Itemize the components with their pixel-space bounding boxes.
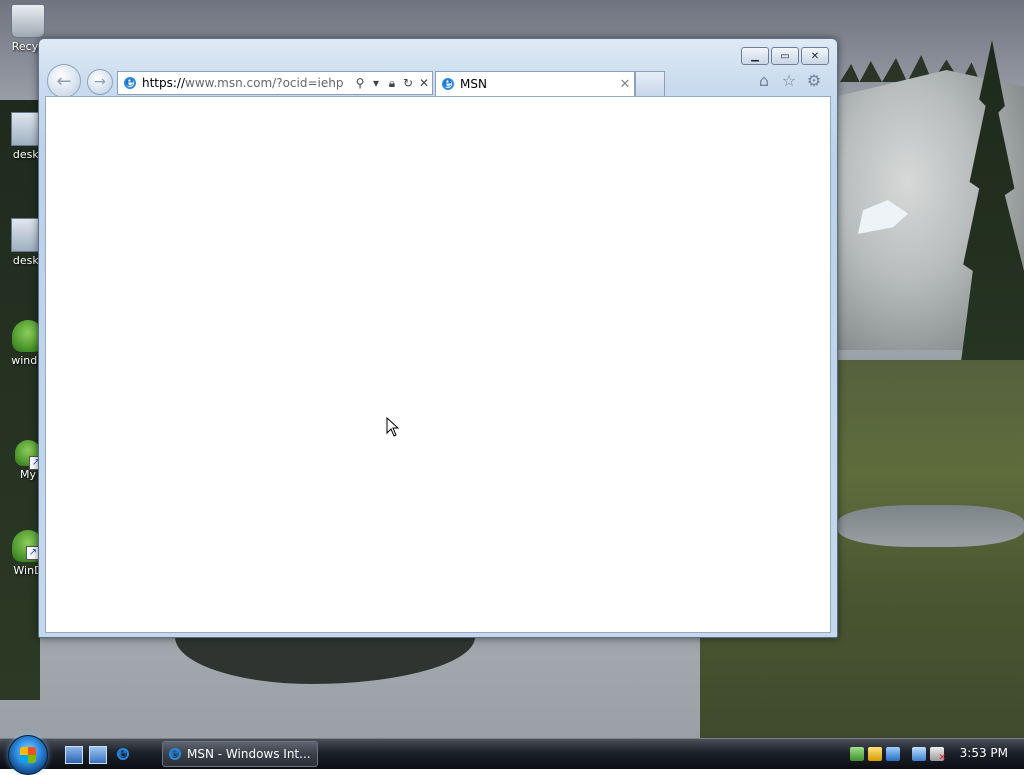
show-desktop-icon[interactable] — [65, 746, 83, 764]
start-button[interactable] — [8, 735, 48, 775]
tab-title: MSN — [460, 77, 487, 91]
home-icon[interactable]: ⌂ — [754, 71, 774, 91]
window-caption-buttons: ▁ ▭ ✕ — [741, 47, 829, 65]
windows-logo-icon — [20, 747, 36, 763]
ie-icon[interactable]: e — [115, 745, 131, 762]
ie-icon: e — [440, 75, 456, 92]
dropdown-arrow-icon[interactable]: ▾ — [368, 76, 384, 90]
switch-windows-icon[interactable] — [89, 746, 107, 764]
recycle-bin-icon — [11, 4, 45, 38]
close-button[interactable]: ✕ — [801, 47, 829, 65]
search-icon[interactable]: ⚲ — [352, 76, 368, 90]
address-input[interactable]: https://www.msn.com/?ocid=iehp — [142, 76, 352, 90]
taskbar-button-ie[interactable]: e MSN - Windows Int... — [162, 741, 318, 767]
page-content[interactable] — [45, 96, 831, 633]
wallpaper-pond — [838, 505, 1024, 547]
taskbar-clock[interactable]: 3:53 PM — [960, 746, 1008, 760]
new-tab-button[interactable] — [635, 71, 665, 96]
browser-window[interactable]: ▁ ▭ ✕ ← → e https://www.msn.com/?ocid=ie… — [38, 38, 838, 638]
address-bar[interactable]: e https://www.msn.com/?ocid=iehp ⚲ ▾ 🔒︎ … — [117, 71, 433, 95]
tab-close-button[interactable]: ✕ — [616, 77, 634, 92]
close-icon: ✕ — [810, 50, 820, 62]
taskbar-button-label: MSN - Windows Int... — [187, 747, 311, 761]
minimize-button[interactable]: ▁ — [741, 47, 769, 65]
stop-icon[interactable]: ✕ — [416, 76, 432, 90]
gear-icon[interactable]: ⚙ — [804, 71, 824, 91]
maximize-button[interactable]: ▭ — [771, 47, 799, 65]
ie-icon: e — [122, 74, 138, 91]
url-rest: www.msn.com/?ocid=iehp — [185, 76, 344, 90]
ie-icon: e — [167, 745, 183, 762]
wallpaper-left-trees — [0, 100, 40, 700]
network-status-icon[interactable] — [850, 747, 864, 761]
arrow-left-icon: ← — [56, 70, 72, 92]
star-icon[interactable]: ☆ — [779, 71, 799, 91]
url-scheme: https:// — [142, 76, 186, 90]
windows-update-icon[interactable] — [886, 747, 900, 761]
maximize-icon: ▭ — [780, 50, 790, 62]
mouse-cursor-icon — [386, 417, 400, 437]
back-button[interactable]: ← — [47, 64, 81, 98]
tab-msn[interactable]: e MSN ✕ — [435, 71, 635, 96]
volume-muted-icon[interactable]: ✕ — [930, 747, 946, 763]
taskbar: e e MSN - Windows Int... ✕ 3:53 PM — [0, 735, 1024, 775]
network-icon[interactable] — [912, 747, 926, 761]
refresh-icon[interactable]: ↻ — [400, 76, 416, 90]
forward-button[interactable]: → — [87, 69, 113, 95]
lock-icon[interactable]: 🔒︎ — [384, 76, 400, 91]
minimize-icon: ▁ — [751, 50, 759, 62]
arrow-right-icon: → — [94, 74, 106, 90]
security-shield-icon[interactable] — [868, 747, 882, 761]
